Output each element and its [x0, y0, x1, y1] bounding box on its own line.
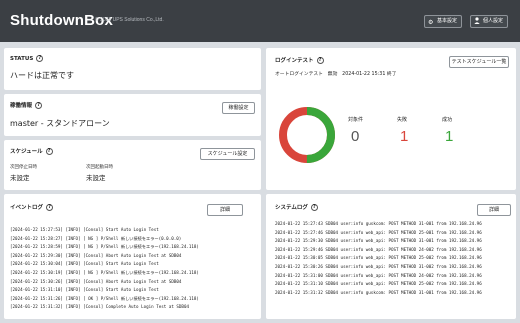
login-test-subtitle: オートログインテスト 無効 2024-01-22 15:31 終了	[275, 72, 397, 77]
log-line: [2024-01-22 15:31:10] [INFO] [Consol] St…	[10, 287, 159, 293]
event-log-title: イベントログ?	[10, 203, 54, 211]
log-line: [2024-01-22 15:27:53] [INFO] [Consol] St…	[10, 227, 159, 232]
status-card: STATUS? ハードは正常です	[4, 48, 261, 90]
log-line: 2024-01-22 15:27:43 SDB04 user:info gusk…	[275, 221, 482, 226]
help-icon[interactable]: ?	[310, 204, 318, 211]
log-line: [2024-01-22 15:29:30] [INFO] [Consol] Ab…	[10, 252, 182, 258]
ops-info-value: master - スタンドアローン	[10, 119, 110, 128]
log-line: 2024-01-22 15:27:46 SDB04 user:info web_…	[275, 229, 482, 235]
status-title: STATUS?	[10, 55, 44, 62]
log-line: [2024-01-22 15:30:26] [INFO] [Consol] Ab…	[10, 278, 182, 284]
ops-info-title: 稼働情報?	[10, 101, 43, 109]
stat-failure-label: 失敗	[397, 117, 408, 123]
log-line: [2024-01-22 15:28:59] [INFO] [ NG ] P/Sh…	[10, 244, 199, 250]
stat-success-label: 成功	[442, 117, 453, 123]
log-line: 2024-01-22 15:31:32 SDB04 user:info gusk…	[275, 289, 482, 295]
personal-settings-label: 個人設定	[483, 18, 504, 24]
system-log-detail-button[interactable]: 詳細	[477, 204, 511, 216]
log-line: 2024-01-22 15:29:30 SDB04 user:info web_…	[275, 238, 482, 244]
schedule-card: スケジュール? スケジュール設定 次回停止日時 未設定 次回起動日時 未設定	[4, 140, 261, 190]
help-icon[interactable]: ?	[36, 55, 44, 62]
schedule-title: スケジュール?	[10, 147, 53, 155]
event-log-card: イベントログ? 詳細 [2024-01-22 15:27:53] [INFO] …	[4, 194, 261, 319]
help-icon[interactable]: ?	[35, 102, 43, 109]
stat-success-value: 1	[445, 128, 454, 145]
basic-settings-button[interactable]: ⚙ 基本設定	[424, 15, 463, 28]
top-bar: ShutdownBox © 2022 UPS Solutions Co.,Ltd…	[0, 0, 520, 42]
next-stop-value: 未設定	[10, 174, 30, 182]
log-line: 2024-01-22 15:31:10 SDB04 user:info web_…	[275, 281, 482, 287]
result-donut	[279, 107, 335, 163]
log-line: [2024-01-22 15:30:04] [INFO] [Consol] St…	[10, 261, 159, 267]
event-log-list: [2024-01-22 15:27:53] [INFO] [Consol] St…	[10, 226, 256, 312]
log-line: 2024-01-22 15:29:46 SDB04 user:info web_…	[275, 246, 482, 252]
stat-target-value: 0	[351, 128, 360, 145]
test-schedule-list-button[interactable]: テストスケジュール一覧	[449, 56, 509, 68]
system-log-card: システムログ? 詳細 2024-01-22 15:27:43 SDB04 use…	[266, 194, 516, 319]
event-log-detail-button[interactable]: 詳細	[207, 204, 243, 216]
log-line: [2024-01-22 15:31:26] [INFO] [ OK ] P/Sh…	[10, 295, 199, 301]
system-log-title: システムログ?	[275, 203, 318, 211]
personal-settings-button[interactable]: 個人設定	[470, 15, 509, 28]
login-test-card: ログインテスト? テストスケジュール一覧 オートログインテスト 無効 2024-…	[266, 48, 516, 190]
status-value: ハードは正常です	[10, 71, 74, 80]
user-icon	[474, 17, 480, 28]
stat-failure-value: 1	[400, 128, 409, 145]
stat-target-label: 対象件	[348, 117, 364, 123]
help-icon[interactable]: ?	[46, 204, 54, 211]
next-start-label: 次回起動日時	[86, 165, 113, 170]
log-line: 2024-01-22 15:31:00 SDB04 user:info web_…	[275, 272, 482, 278]
next-stop-label: 次回停止日時	[10, 165, 37, 170]
log-line: 2024-01-22 15:30:05 SDB04 user:info web_…	[275, 255, 482, 261]
help-icon[interactable]: ?	[45, 148, 53, 155]
basic-settings-label: 基本設定	[437, 18, 458, 24]
gear-icon: ⚙	[428, 19, 434, 26]
ops-settings-button[interactable]: 稼働設定	[222, 102, 255, 114]
log-line: [2024-01-22 15:30:19] [INFO] [ NG ] P/Sh…	[10, 269, 199, 275]
next-start-value: 未設定	[86, 174, 106, 182]
ops-info-card: 稼働情報? 稼働設定 master - スタンドアローン	[4, 94, 261, 136]
help-icon[interactable]: ?	[316, 57, 324, 64]
schedule-settings-button[interactable]: スケジュール設定	[200, 148, 255, 160]
login-test-title: ログインテスト?	[275, 56, 324, 64]
copyright-text: © 2022 UPS Solutions Co.,Ltd.	[95, 17, 164, 23]
system-log-list: 2024-01-22 15:27:43 SDB04 user:info gusk…	[275, 220, 513, 297]
log-line: [2024-01-22 15:28:27] [INFO] [ NG ] P/Sh…	[10, 235, 182, 241]
log-line: 2024-01-22 15:30:26 SDB04 user:info web_…	[275, 263, 482, 269]
log-line: [2024-01-22 15:31:32] [INFO] [Consol] Co…	[10, 304, 189, 310]
